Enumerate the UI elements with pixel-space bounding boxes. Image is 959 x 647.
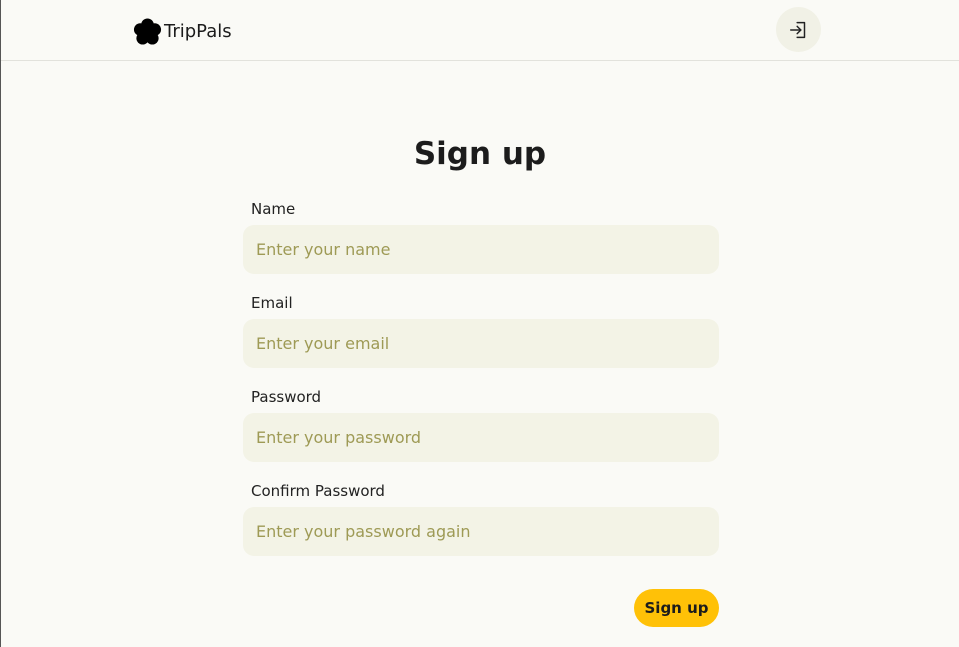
email-input[interactable] [243,319,719,368]
login-icon [789,21,805,38]
brand-name: TripPals [164,20,232,42]
flower-icon [133,17,162,45]
top-navbar: TripPals [1,0,959,61]
confirm-password-label: Confirm Password [251,482,385,500]
name-input[interactable] [243,225,719,274]
page-title: Sign up [413,136,547,172]
brand-link[interactable]: TripPals [133,16,232,46]
name-label: Name [251,200,296,218]
confirm-password-input[interactable] [243,507,719,556]
password-input[interactable] [243,413,719,462]
email-label: Email [251,294,293,312]
signup-button[interactable]: Sign up [634,589,719,627]
password-label: Password [251,388,322,406]
login-button[interactable] [776,7,821,52]
